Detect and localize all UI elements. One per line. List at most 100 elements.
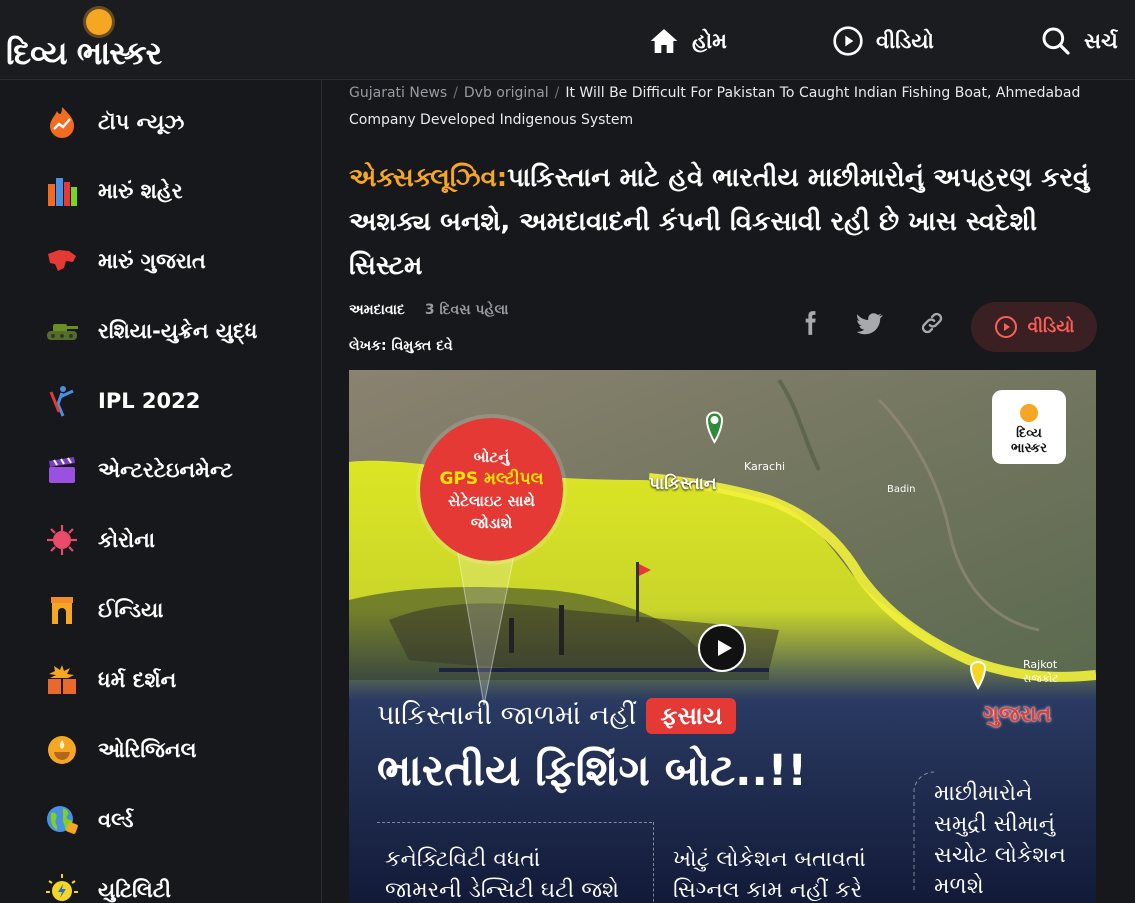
gps-info-circle: બોટનું GPS મલ્ટીપલ સેટેલાઇટ સાથે જોડાશે	[420, 418, 563, 561]
sidebar-item-label: મારું શહેર	[98, 178, 183, 203]
nav-home[interactable]: હોમ	[648, 24, 727, 58]
col3-line-4: મળશે	[934, 874, 984, 899]
gps-line-4: જોડાશે	[470, 513, 513, 532]
hero-sub-headline: પાકિસ્તાની જાળમાં નહીં ફસાય	[377, 698, 737, 734]
india-gate-icon	[44, 592, 80, 628]
karachi-label: Karachi	[744, 460, 786, 473]
hero-column-1: કનેક્ટિવિટી વધતાં જામરની ડેન્સિટી ઘટી જશ…	[385, 844, 619, 903]
article-author: લેખક: વિમુક્ત દવે	[349, 338, 453, 354]
article-time: 3 દિવસ પહેલા	[424, 302, 509, 318]
link-icon	[921, 312, 943, 334]
lamp-icon	[44, 732, 80, 768]
col1-line-1: કનેક્ટિવિટી વધતાં	[385, 847, 541, 872]
col3-line-2: સમુદ્રી સીમાનું	[934, 812, 1056, 837]
badge-line-2: ભાસ્કર	[1011, 441, 1047, 456]
sidebar-item-russia-ukraine[interactable]: રશિયા-યુક્રેન યુદ્ધ	[44, 311, 257, 351]
hero-sub-headline-highlight: ફસાય	[646, 698, 737, 734]
facebook-icon	[805, 311, 816, 335]
article-main: Gujarati News / Dvb original / It Will Be Di…	[323, 80, 1135, 903]
hero-column-3: માછીમારોને સમુદ્રી સીમાનું સચોટ લોકેશન મ…	[934, 778, 1066, 902]
article-meta: અમદાવાદ 3 દિવસ પહેલા	[349, 302, 509, 318]
trending-icon	[44, 104, 80, 140]
sun-icon	[1020, 404, 1038, 422]
sidebar-item-label: એન્ટરટેઇનમેન્ટ	[98, 457, 233, 482]
divya-bhaskar-badge: દિવ્ય ભાસ્કર	[992, 390, 1066, 464]
cricket-icon	[44, 383, 80, 419]
hero-column-2: ખોટું લોકેશન બતાવતાં સિગ્નલ કામ નહીં કરે	[673, 844, 866, 903]
rajkot-label: Rajkot રાજકોટ	[1023, 658, 1059, 686]
nav-video[interactable]: વીડિયો	[832, 24, 934, 58]
sidebar-item-ipl[interactable]: IPL 2022	[44, 381, 200, 421]
sidebar-item-label: યુટિલિટી	[98, 877, 172, 902]
col3-line-1: માછીમારોને	[934, 781, 1033, 806]
article-location: અમદાવાદ	[349, 302, 405, 318]
share-twitter-button[interactable]	[855, 308, 885, 338]
nav-search[interactable]: સર્ચ	[1040, 24, 1118, 58]
col3-line-3: સચોટ લોકેશન	[934, 843, 1066, 868]
sun-icon	[86, 9, 112, 35]
logo-text: દિવ્ય ભાસ્કર	[6, 34, 162, 72]
nav-video-label: વીડિયો	[876, 28, 934, 53]
sidebar: ટૉપ ન્યૂઝ મારું શહેર મારું ગુજરાત રશિયા-…	[0, 80, 322, 903]
article-video-button[interactable]: વીડિયો	[971, 302, 1097, 352]
sidebar-item-entertainment[interactable]: એન્ટરટેઇનમેન્ટ	[44, 450, 233, 490]
hero-big-headline: ભારતીય ફિશિંગ બોટ..!!	[377, 746, 808, 796]
col2-line-2: સિગ્નલ કામ નહીં કરે	[673, 878, 863, 903]
hero-divider	[377, 822, 652, 823]
twitter-icon	[857, 313, 883, 335]
site-header: દિવ્ય ભાસ્કર હોમ વીડિયો સર્ચ	[0, 0, 1135, 80]
sidebar-item-top-news[interactable]: ટૉપ ન્યૂઝ	[44, 102, 184, 142]
search-icon	[1042, 27, 1070, 55]
play-circle-icon	[994, 316, 1017, 338]
badge-line-1: દિવ્ય	[1016, 426, 1042, 441]
breadcrumb-separator: /	[554, 85, 560, 101]
sidebar-item-utility[interactable]: યુટિલિટી	[44, 870, 171, 903]
sidebar-item-india[interactable]: ઈન્ડિયા	[44, 590, 163, 630]
sidebar-item-dharm-darshan[interactable]: ધર્મ દર્શન	[44, 660, 176, 700]
sidebar-item-label: રશિયા-યુક્રેન યુદ્ધ	[98, 318, 258, 343]
breadcrumb-separator: /	[453, 85, 458, 101]
play-circle-icon	[833, 26, 863, 56]
city-icon	[44, 173, 80, 209]
badin-label: Badin	[887, 484, 916, 495]
sidebar-item-my-gujarat[interactable]: મારું ગુજરાત	[44, 241, 206, 281]
video-play-button[interactable]	[698, 624, 746, 672]
gujarat-label: ગુજરાત	[983, 702, 1052, 727]
sidebar-item-label: IPL 2022	[98, 389, 201, 413]
clapper-icon	[44, 452, 80, 488]
divya-bhaskar-logo[interactable]: દિવ્ય ભાસ્કર	[6, 6, 186, 72]
sidebar-item-label: ઓરિજિનલ	[98, 737, 197, 762]
gps-line-3: સેટેલાઇટ સાથે	[448, 491, 535, 510]
tank-icon	[44, 313, 80, 349]
hero-sub-headline-text: પાકિસ્તાની જાળમાં નહીં	[377, 700, 637, 731]
sidebar-item-label: ટૉપ ન્યૂઝ	[98, 109, 185, 134]
share-facebook-button[interactable]	[795, 308, 825, 338]
copy-link-button[interactable]	[917, 308, 947, 338]
gujarat-map-icon	[44, 243, 80, 279]
col2-line-1: ખોટું લોકેશન બતાવતાં	[673, 847, 866, 872]
col1-line-2: જામરની ડેન્સિટી ઘટી જશે	[385, 878, 619, 903]
sidebar-item-label: વર્લ્ડ	[98, 807, 134, 832]
virus-icon	[44, 522, 80, 558]
home-icon	[650, 29, 678, 53]
breadcrumb-gujarati-news[interactable]: Gujarati News	[349, 85, 447, 101]
article-hero-image[interactable]: બોટનું GPS મલ્ટીપલ સેટેલાઇટ સાથે જોડાશે …	[349, 370, 1096, 903]
article-headline: એક્સક્લૂઝિવ:પાકિસ્તાન માટે હવે ભારતીય મા…	[349, 156, 1109, 288]
pakistan-label: પાકિસ્તાન	[649, 474, 717, 494]
book-icon	[44, 662, 80, 698]
globe-icon	[44, 802, 80, 838]
rajkot-en: Rajkot	[1023, 658, 1058, 671]
nav-search-label: સર્ચ	[1084, 28, 1118, 53]
breadcrumb: Gujarati News / Dvb original / It Will Be Di…	[349, 80, 1109, 134]
bulb-icon	[44, 872, 80, 903]
sidebar-item-corona[interactable]: કોરોના	[44, 520, 155, 560]
sidebar-item-original[interactable]: ઓરિજિનલ	[44, 730, 196, 770]
sidebar-item-label: કોરોના	[98, 527, 155, 552]
sidebar-item-world[interactable]: વર્લ્ડ	[44, 800, 134, 840]
gps-line-2: GPS મલ્ટીપલ	[439, 468, 544, 489]
sidebar-item-my-city[interactable]: મારું શહેર	[44, 171, 183, 211]
breadcrumb-dvb-original[interactable]: Dvb original	[464, 85, 549, 101]
play-icon	[717, 640, 732, 656]
sidebar-item-label: ઈન્ડિયા	[98, 597, 164, 622]
headline-tag: એક્સક્લૂઝિવ:	[349, 163, 508, 193]
